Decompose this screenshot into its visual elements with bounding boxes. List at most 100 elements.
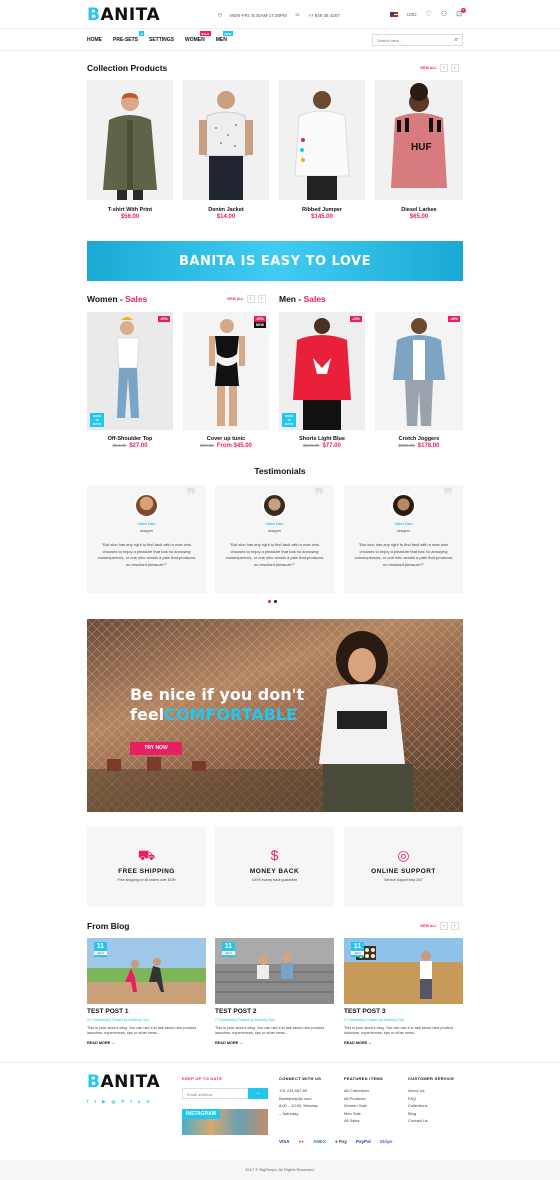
product-image[interactable] [279,80,365,200]
product-name[interactable]: Off-Shoulder Top [87,436,173,442]
paypal-icon: PayPal [355,1139,371,1144]
post-date: 11 April [351,942,364,957]
post-title[interactable]: TEST POST 1 [87,1008,129,1015]
instagram-icon[interactable]: ◎ [111,1099,115,1105]
subscribe-arrow-button[interactable]: → [248,1088,268,1099]
testimonial-text: "But who has any right to find fault wit… [225,542,324,567]
currency-select[interactable]: USD [407,12,417,17]
hours-text: 8:00 – 10:00, Monday [279,1103,318,1108]
footer-link[interactable]: About Us [408,1087,428,1095]
youtube-icon[interactable]: ▶ [102,1099,105,1105]
feature-support: ◎ ONLINE SUPPORT Service support fast 24… [344,827,463,907]
product-name[interactable]: Cover up tunic [183,436,269,442]
flag-icon[interactable] [390,11,398,17]
nav-men[interactable]: MEN NEW [216,31,233,43]
men-sales-title: Men - Sales [279,294,326,304]
read-more-link[interactable]: READ MORE → [344,1041,372,1045]
blog-image[interactable]: 11 April [215,938,334,1004]
connect-list: +01 234 567 89 Banitahelp@i.com 8:00 – 1… [279,1087,318,1117]
facebook-icon[interactable]: f [87,1099,89,1105]
product-name[interactable]: Denim Jacket [183,207,269,213]
read-more-link[interactable]: READ MORE → [215,1041,243,1045]
divider [0,1062,560,1063]
service-title: CUSTOMER SERVICE [408,1076,455,1081]
nav-presets[interactable]: PRE-SETS 8 [113,31,145,43]
logo[interactable]: BANITA [87,5,160,25]
phone-text: +7 849 35 4267 [308,12,340,18]
prev-arrow-icon[interactable]: ‹ [439,922,448,930]
next-arrow-icon[interactable]: › [450,922,459,930]
product-price: $145.00 [311,214,333,220]
footer-link[interactable]: Women Sale [344,1102,369,1110]
truck-icon: ⛟ [137,847,156,863]
phone-icon: ☏ [294,12,301,17]
footer-link[interactable]: Contact Us [408,1117,428,1125]
nav-home[interactable]: HOME [87,37,102,43]
testimonial-name: John Doe [137,521,156,526]
nav-women[interactable]: WOMEN SALE [185,31,211,43]
product-name[interactable]: Ribbed Jumper [279,207,365,213]
avatar [262,493,287,518]
nav-settings[interactable]: SETTINGS [149,37,174,43]
feature-shipping: ⛟ FREE SHIPPING Free shipping on all ord… [87,827,206,907]
product-image[interactable]: -50% NEW [183,312,269,430]
vimeo-icon[interactable]: V [146,1099,149,1105]
product-name[interactable]: Crotch Joggers [375,436,463,442]
footer-logo[interactable]: BANITA [87,1072,160,1092]
product-image[interactable]: -23% SAVE 10 DAYS [279,312,365,430]
promo-banner[interactable]: BANITA IS EASY TO LOVE [87,241,463,281]
women-sales-controls: VIEW ALL ‹ › [227,295,266,303]
testimonial-card: ❞ John Doe designer "But who has any rig… [87,485,206,593]
pinterest-icon[interactable]: P [121,1099,124,1105]
try-now-button[interactable]: TRY NOW [130,742,182,755]
blog-image[interactable]: 11 April [344,938,463,1004]
prev-arrow-icon[interactable]: ‹ [246,295,255,303]
hero-heading-line2: feelCOMFORTABLE [130,705,297,724]
twitter-icon[interactable]: t [95,1099,97,1105]
carousel-dot[interactable] [274,600,277,603]
post-title[interactable]: TEST POST 2 [215,1008,257,1015]
amazon-icon[interactable]: a [138,1099,141,1105]
mastercard-icon: ●● [298,1139,304,1144]
search-input[interactable]: Search here... ⌕ [372,34,463,46]
search-icon[interactable]: ⌕ [455,37,458,44]
heart-icon[interactable]: ♡ [426,10,432,18]
email-text[interactable]: Banitahelp@i.com [279,1095,318,1103]
testimonials-title: Testimonials [254,466,306,476]
product-image[interactable]: HUF [375,80,463,200]
service-list: About Us FAQ Collections Blog Contact Us [408,1087,428,1125]
stripe-icon: Stripe [379,1139,393,1144]
testimonial-role: designer [396,529,411,533]
post-title[interactable]: TEST POST 3 [344,1008,386,1015]
product-name[interactable]: Shorts Light Blue [279,436,365,442]
carousel-dot[interactable] [268,600,271,603]
cart-icon[interactable]: ⊡ 0 [456,8,466,18]
read-more-link[interactable]: READ MORE → [87,1041,115,1045]
prev-arrow-icon[interactable]: ‹ [439,64,448,72]
footer-link[interactable]: All Products [344,1095,369,1103]
footer-link[interactable]: All Sales [344,1117,369,1125]
view-all-link[interactable]: VIEW ALL [420,66,437,70]
user-icon[interactable]: ⚇ [441,10,447,18]
product-name[interactable]: Diesel Larkee [375,207,463,213]
view-all-link[interactable]: VIEW ALL [227,297,244,301]
product-image[interactable] [183,80,269,200]
next-arrow-icon[interactable]: › [257,295,266,303]
product-image[interactable] [87,80,173,200]
next-arrow-icon[interactable]: › [450,64,459,72]
product-image[interactable]: -40% [375,312,463,430]
footer-link[interactable]: FAQ [408,1095,428,1103]
blog-image[interactable]: 11 April [87,938,206,1004]
product-name[interactable]: T-shirt With Print [87,207,173,213]
instagram-feed[interactable]: INSTAGRAM [182,1109,268,1135]
product-price: $90.00 From $45.00 [200,443,252,449]
contact-info: ◷ MON-FRI: 8:30AM-17:30PM ☏ +7 849 35 4267 [218,12,340,18]
view-all-link[interactable]: VIEW ALL [420,924,437,928]
footer-link[interactable]: Collections [408,1102,428,1110]
footer-link[interactable]: Men Sale [344,1110,369,1118]
footer-link[interactable]: All Collections [344,1087,369,1095]
tumblr-icon[interactable]: t [130,1099,132,1105]
collection-controls: VIEW ALL ‹ › [420,64,459,72]
product-image[interactable]: -50% SAVE 10 DAYS [87,312,173,430]
footer-link[interactable]: Blog [408,1110,428,1118]
